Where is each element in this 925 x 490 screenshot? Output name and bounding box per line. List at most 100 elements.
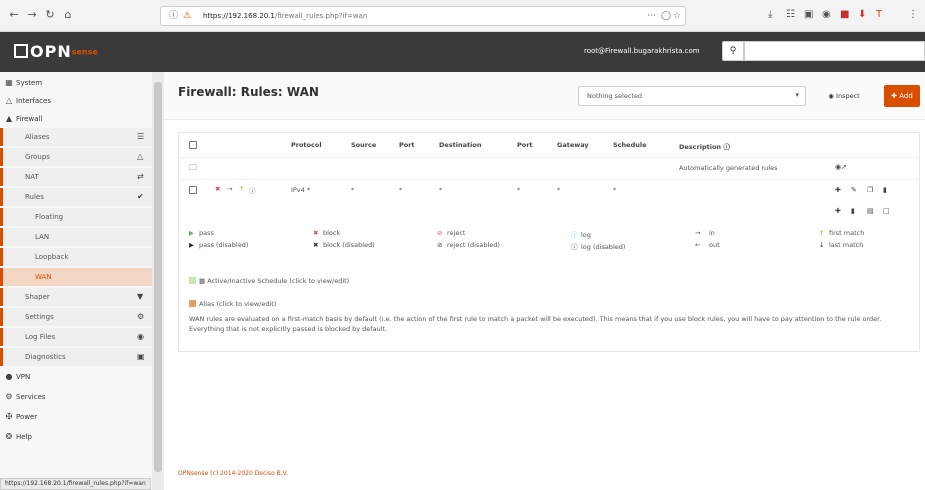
- sitemap-icon: △: [137, 152, 144, 161]
- sidebar: ▦ System △ Interfaces ▲ Firewall Aliases ☰ G…: [0, 72, 164, 490]
- inspect-button[interactable]: ◉ Inspect: [814, 86, 874, 106]
- page-actions-icon[interactable]: ⋯: [647, 10, 656, 22]
- sidebar-item-label: VPN: [16, 373, 31, 381]
- header-source[interactable]: Source: [351, 141, 376, 149]
- arrow-left-icon: ←: [695, 241, 701, 249]
- delete-selected-icon[interactable]: ▮: [851, 207, 855, 215]
- enable-selected-icon[interactable]: □: [883, 207, 890, 215]
- address-bar[interactable]: ⓘ ⚠ https://192.168.20.1/firewall_rules.…: [160, 6, 686, 26]
- reject-circle-icon: ⊘: [437, 241, 443, 249]
- times-icon: ✖: [313, 229, 319, 237]
- sidebar-item-label: Diagnostics: [25, 353, 66, 361]
- sidebar-item-shaper[interactable]: Shaper ▼: [0, 288, 152, 306]
- header-port[interactable]: Port: [399, 141, 415, 149]
- filter-icon: ▼: [137, 292, 144, 301]
- legend-pass-disabled-label: pass (disabled): [199, 241, 249, 249]
- sidebar-item-loopback[interactable]: Loopback: [0, 248, 152, 266]
- sidebar-item-log-files[interactable]: Log Files ◉: [0, 328, 152, 346]
- reload-icon[interactable]: ↻: [42, 7, 58, 23]
- fire-icon: ▲: [5, 114, 13, 123]
- warning-lock-icon: ⚠: [183, 11, 192, 21]
- url-path: /firewall_rules.php?if=wan: [274, 12, 368, 20]
- sidebar-item-diagnostics[interactable]: Diagnostics ▣: [0, 348, 152, 366]
- schedule-active-swatch: [189, 277, 196, 284]
- header-gateway[interactable]: Gateway: [557, 141, 589, 149]
- search-icon[interactable]: ⚲: [722, 41, 744, 61]
- opnsense-logo[interactable]: OPNsense: [14, 43, 98, 61]
- forward-icon[interactable]: →: [24, 7, 40, 23]
- header-port-destination[interactable]: Port: [517, 141, 533, 149]
- sidebar-item-label: Rules: [25, 193, 44, 201]
- reject-circle-icon: ⊘: [437, 229, 443, 237]
- extension-circle-icon[interactable]: ◉: [822, 8, 831, 22]
- sidebar-item-services[interactable]: ⚙ Services: [0, 388, 152, 406]
- copy-icon[interactable]: ❐: [867, 186, 873, 194]
- search-input[interactable]: [744, 41, 925, 61]
- rules-panel: Protocol Source Port Destination Port Ga…: [178, 132, 920, 352]
- sidebar-item-vpn[interactable]: ● VPN: [0, 368, 152, 386]
- library-icon[interactable]: ☷: [786, 8, 795, 22]
- sidebar-item-label: System: [16, 79, 43, 87]
- sidebar-item-floating[interactable]: Floating: [0, 208, 152, 226]
- pocket-icon[interactable]: ◯: [661, 10, 671, 22]
- sidebar-item-label: WAN: [35, 273, 52, 281]
- times-icon: ✖: [313, 241, 319, 249]
- sidebar-item-help[interactable]: ❂ Help: [0, 428, 152, 446]
- header-schedule[interactable]: Schedule: [613, 141, 647, 149]
- sidebar-scroll-thumb[interactable]: [154, 82, 162, 472]
- extension-red-icon[interactable]: ■: [840, 8, 849, 22]
- header-destination[interactable]: Destination: [439, 141, 481, 149]
- rule-schedule: *: [613, 186, 617, 194]
- add-rule-icon[interactable]: ✚: [835, 207, 841, 215]
- add-rule-icon[interactable]: ✚: [835, 186, 841, 194]
- calendar-icon: ▦: [199, 277, 206, 285]
- header-description[interactable]: Description ⓘ: [679, 141, 730, 151]
- legend-first-match: ↑ first match: [819, 229, 864, 237]
- sidebar-item-settings[interactable]: Settings ⚙: [0, 308, 152, 326]
- sidebar-item-label: Loopback: [35, 253, 69, 261]
- home-icon[interactable]: ⌂: [60, 7, 76, 23]
- sidebar-item-system[interactable]: ▦ System: [0, 74, 152, 92]
- sidebar-item-firewall[interactable]: ▲ Firewall: [0, 110, 152, 128]
- sidebar-item-wan[interactable]: WAN: [0, 268, 152, 286]
- edit-pencil-icon[interactable]: ✎: [851, 186, 857, 194]
- extension-t-icon[interactable]: T: [876, 8, 882, 22]
- select-all-checkbox[interactable]: [189, 141, 197, 149]
- legend-reject-label: reject: [447, 229, 466, 237]
- sidebar-item-groups[interactable]: Groups △: [0, 148, 152, 166]
- sidebar-item-nat[interactable]: NAT ⇄: [0, 168, 152, 186]
- sidebar-item-lan[interactable]: LAN: [0, 228, 152, 246]
- reader-view-icon[interactable]: ▣: [804, 8, 813, 22]
- sidebar-item-interfaces[interactable]: △ Interfaces: [0, 92, 152, 110]
- toggle-selected-icon[interactable]: ▤: [867, 207, 874, 215]
- extension-arrow-icon[interactable]: ⬇: [858, 8, 866, 22]
- rule-checkbox[interactable]: [189, 186, 197, 194]
- info-circle-icon[interactable]: ⓘ: [249, 185, 256, 195]
- block-icon[interactable]: ✖: [215, 185, 220, 193]
- logo-text: OPN: [30, 42, 72, 61]
- header-protocol[interactable]: Protocol: [291, 141, 322, 149]
- menu-icon[interactable]: ⋮: [908, 8, 918, 22]
- bookmark-star-icon[interactable]: ☆: [673, 10, 681, 22]
- footer-copyright[interactable]: OPNsense (c) 2014-2020 Deciso B.V.: [178, 470, 288, 477]
- sidebar-item-rules[interactable]: Rules ✔: [0, 188, 152, 206]
- legend-last-match-label: last match: [829, 241, 864, 249]
- legend-out: ← out: [695, 241, 720, 249]
- back-icon[interactable]: ←: [6, 7, 22, 23]
- sidebar-item-power[interactable]: ✠ Power: [0, 408, 152, 426]
- legend-first-match-label: first match: [829, 229, 865, 237]
- sidebar-item-aliases[interactable]: Aliases ☰: [0, 128, 152, 146]
- play-icon: ▶: [189, 229, 194, 237]
- table-row[interactable]: ✖ → ↑ ⓘ IPv4 * * * * * * * ✚ ✎ ❐ ▮: [179, 179, 919, 199]
- info-circle-icon[interactable]: ⓘ: [723, 143, 730, 151]
- globe-icon: ●: [5, 372, 13, 381]
- legend-pass-disabled: ▶ pass (disabled): [189, 241, 248, 249]
- add-button[interactable]: ✚ Add: [884, 85, 920, 107]
- sidebar-item-label: NAT: [25, 173, 39, 181]
- delete-trash-icon[interactable]: ▮: [883, 186, 887, 194]
- interface-select[interactable]: Nothing selected ▾: [578, 86, 806, 106]
- table-row-auto-rules[interactable]: 🗀 Automatically generated rules ◉➚: [179, 157, 919, 177]
- download-icon[interactable]: ⤓: [768, 8, 772, 22]
- expand-auto-rules-icon[interactable]: ◉➚: [835, 163, 847, 171]
- user-menu[interactable]: root@Firewall.bugarakhrista.com: [584, 47, 700, 55]
